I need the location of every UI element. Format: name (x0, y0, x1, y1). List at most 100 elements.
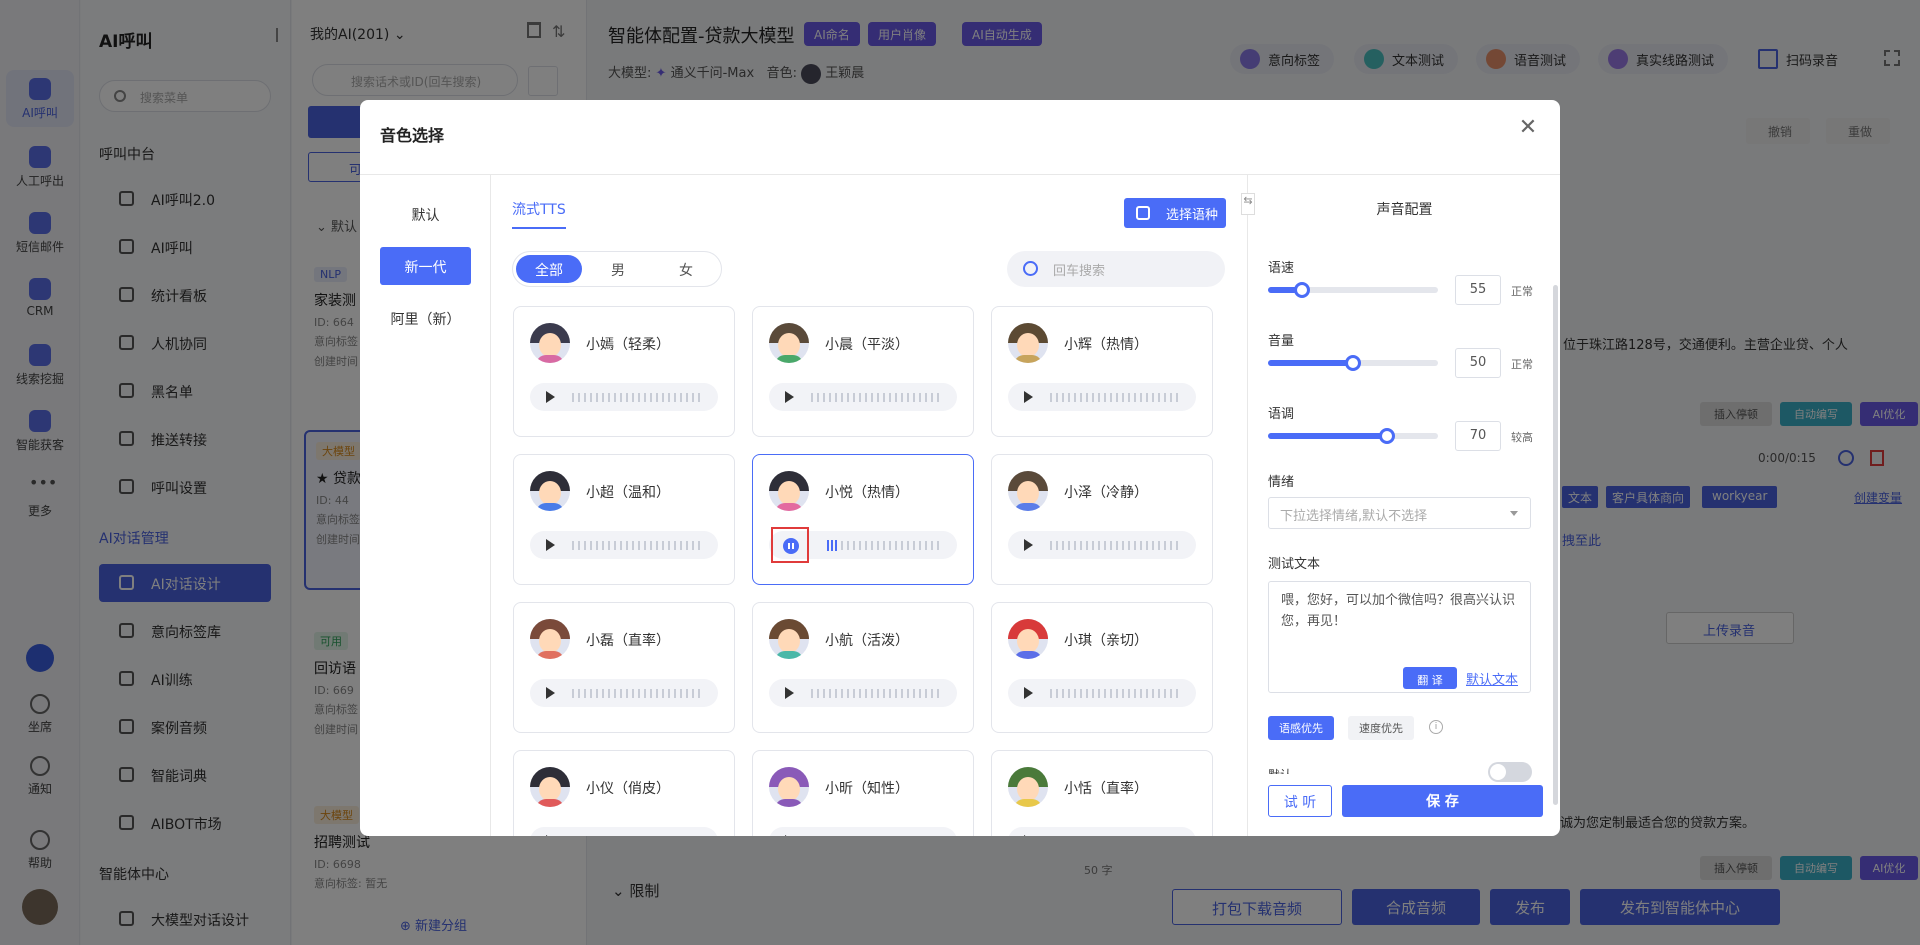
play-icon[interactable] (1024, 835, 1033, 836)
toggle-label: 默认 (1268, 766, 1292, 774)
voice-category-list: 默认 新一代 阿里（新） (360, 175, 491, 836)
category-ali-new[interactable]: 阿里（新） (380, 299, 471, 337)
play-icon[interactable] (1024, 391, 1033, 403)
config-scrollbar[interactable] (1553, 285, 1558, 805)
listen-button[interactable]: 试 听 (1268, 785, 1332, 817)
category-default[interactable]: 默认 (380, 195, 471, 233)
voice-name: 小磊（直率） (586, 633, 670, 649)
translate-button[interactable]: 翻 译 (1403, 667, 1457, 689)
voice-name: 小仪（俏皮） (586, 781, 670, 797)
voice-name: 小超（温和） (586, 485, 670, 501)
category-new-gen[interactable]: 新一代 (380, 247, 471, 285)
close-icon[interactable]: ✕ (1516, 116, 1540, 140)
test-text-value: 喂，您好，可以加个微信吗？很高兴认识您，再见！ (1281, 593, 1516, 629)
voice-name: 小泽（冷静） (1064, 485, 1148, 501)
chevron-down-icon (1510, 511, 1518, 516)
speed-priority-button[interactable]: 速度优先 (1348, 716, 1414, 740)
play-icon[interactable] (546, 687, 555, 699)
save-button[interactable]: 保 存 (1342, 785, 1543, 817)
voice-avatar (769, 471, 809, 511)
pitch-slider[interactable] (1268, 428, 1438, 444)
voice-player (1008, 679, 1196, 707)
voice-name: 小晨（平淡） (825, 337, 909, 353)
pitch-fill (1268, 433, 1387, 439)
voice-config-panel: ⇆ 声音配置 语速 55 正常 音量 50 正常 语调 70 较高 情绪 下拉选… (1241, 175, 1560, 836)
gender-all[interactable]: 全部 (516, 255, 582, 283)
play-icon[interactable] (546, 391, 555, 403)
gender-filter: 全部 男 女 (512, 251, 722, 287)
voice-card[interactable]: 小泽（冷静） (991, 454, 1213, 585)
select-language-button[interactable]: 选择语种 (1124, 198, 1226, 228)
play-icon[interactable] (785, 835, 794, 836)
play-icon[interactable] (1024, 687, 1033, 699)
play-icon[interactable] (546, 539, 555, 551)
voice-avatar (1008, 471, 1048, 511)
default-toggle[interactable] (1488, 762, 1532, 782)
waveform (841, 541, 941, 550)
quality-priority-button[interactable]: 语感优先 (1268, 716, 1334, 740)
voice-card[interactable]: 小超（温和） (513, 454, 735, 585)
waveform (1050, 689, 1180, 698)
volume-level: 正常 (1511, 358, 1533, 371)
voice-player (769, 827, 957, 836)
voice-card[interactable]: 小仪（俏皮） (513, 750, 735, 836)
volume-label: 音量 (1268, 334, 1295, 349)
gender-female[interactable]: 女 (653, 255, 719, 283)
volume-slider[interactable] (1268, 355, 1438, 371)
play-icon[interactable] (546, 835, 555, 836)
voice-card[interactable]: 小晨（平淡） (752, 306, 974, 437)
voice-card[interactable]: 小辉（热情） (991, 306, 1213, 437)
play-icon[interactable] (785, 391, 794, 403)
voice-player (1008, 827, 1196, 836)
voice-avatar (769, 619, 809, 659)
waveform (572, 689, 702, 698)
voice-card[interactable]: 小航（活泼） (752, 602, 974, 733)
voice-name: 小琪（亲切） (1064, 633, 1148, 649)
voice-card[interactable]: 小悦（热情） (752, 454, 974, 585)
waveform (811, 393, 941, 402)
voice-grid: 小嫣（轻柔） 小晨（平淡） 小辉（热情） 小超（温和） 小悦（热情） 小泽（冷静） 小磊（直… (512, 305, 1232, 836)
speed-slider[interactable] (1268, 282, 1438, 298)
info-icon[interactable]: i (1429, 720, 1443, 734)
voice-card[interactable]: 小昕（知性） (752, 750, 974, 836)
pitch-label: 语调 (1268, 407, 1295, 422)
voice-name: 小嫣（轻柔） (586, 337, 670, 353)
voice-avatar (1008, 767, 1048, 807)
pause-button[interactable] (771, 527, 809, 563)
voice-player (530, 827, 718, 836)
voice-name: 小恬（直率） (1064, 781, 1148, 797)
emotion-label: 情绪 (1268, 475, 1295, 490)
voice-player (530, 531, 718, 559)
voice-avatar (769, 323, 809, 363)
voice-card[interactable]: 小恬（直率） (991, 750, 1213, 836)
default-text-link[interactable]: 默认文本 (1466, 670, 1518, 691)
waveform (1050, 393, 1180, 402)
test-text-input[interactable]: 喂，您好，可以加个微信吗？很高兴认识您，再见！ 翻 译 默认文本 (1268, 581, 1531, 693)
voice-player (530, 679, 718, 707)
voice-avatar (530, 767, 570, 807)
voice-search-input[interactable]: 回车搜索 (1007, 251, 1225, 287)
speed-knob[interactable] (1294, 282, 1310, 298)
voice-avatar (1008, 619, 1048, 659)
waveform (572, 541, 702, 550)
pause-icon (783, 538, 799, 554)
gender-male[interactable]: 男 (585, 255, 651, 283)
volume-knob[interactable] (1345, 355, 1361, 371)
voice-card[interactable]: 小磊（直率） (513, 602, 735, 733)
waveform (811, 689, 941, 698)
pitch-knob[interactable] (1379, 428, 1395, 444)
emotion-select[interactable]: 下拉选择情绪,默认不选择 (1268, 497, 1531, 529)
play-icon[interactable] (785, 687, 794, 699)
speed-input[interactable]: 55 (1455, 275, 1501, 305)
voice-name: 小辉（热情） (1064, 337, 1148, 353)
voice-avatar (530, 619, 570, 659)
voice-player (530, 383, 718, 411)
pitch-input[interactable]: 70 (1455, 421, 1501, 451)
voice-card[interactable]: 小嫣（轻柔） (513, 306, 735, 437)
volume-fill (1268, 360, 1353, 366)
voice-card[interactable]: 小琪（亲切） (991, 602, 1213, 733)
volume-input[interactable]: 50 (1455, 348, 1501, 378)
tab-streaming-tts[interactable]: 流式TTS (512, 199, 566, 229)
play-icon[interactable] (1024, 539, 1033, 551)
modal-header: 音色选择 ✕ (360, 100, 1560, 175)
